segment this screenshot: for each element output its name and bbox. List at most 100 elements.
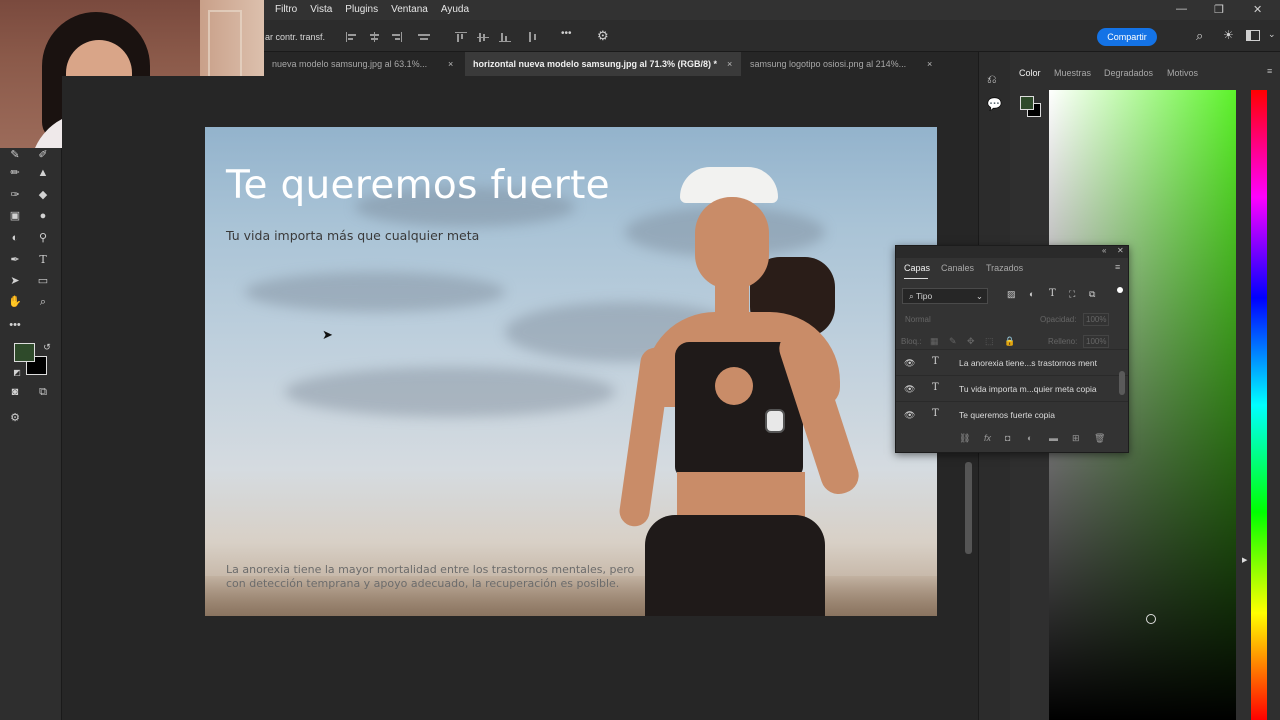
distribute-icon[interactable] (418, 32, 430, 42)
add-mask-icon[interactable]: ◘ (1005, 433, 1010, 443)
search-icon[interactable]: ⌕ (1196, 28, 1203, 44)
tab-nueva-modelo[interactable]: nueva modelo samsung.jpg al 63.1%... × (264, 52, 460, 76)
tab-color[interactable]: Color (1019, 68, 1041, 78)
eyedropper-icon[interactable]: ✎ (8, 148, 22, 162)
filter-adjustment-icon[interactable]: ◐ (1029, 289, 1034, 299)
zoom-icon[interactable]: ⌕ (36, 295, 50, 309)
panel-menu-icon[interactable]: ≡ (1267, 66, 1272, 76)
distribute-v-icon[interactable] (527, 32, 539, 42)
hand-icon[interactable]: ✋ (8, 295, 22, 309)
pen-icon[interactable]: ✒ (8, 253, 22, 267)
history-brush-icon[interactable]: ✑ (8, 188, 22, 202)
close-tab-icon[interactable]: × (927, 52, 932, 76)
color-picker-handle[interactable] (1146, 614, 1156, 624)
foreground-color-swatch[interactable] (1020, 96, 1034, 110)
swap-colors-icon[interactable]: ↺ (40, 340, 54, 354)
filter-toggle[interactable] (1117, 287, 1123, 293)
workspace-icon[interactable] (1246, 30, 1260, 41)
filter-shape-icon[interactable]: ⛶ (1069, 289, 1075, 300)
align-center-h-icon[interactable] (368, 32, 380, 42)
close-tab-icon[interactable]: × (727, 52, 732, 76)
menu-filtro[interactable]: Filtro (275, 4, 297, 15)
hue-slider-handle[interactable]: ▶ (1242, 556, 1247, 564)
chevron-down-icon[interactable]: ⌄ (1268, 29, 1276, 40)
document-canvas[interactable]: Te queremos fuerte Tu vida importa más q… (205, 127, 937, 616)
panel-header[interactable]: « ✕ (896, 246, 1128, 258)
menu-plugins[interactable]: Plugins (345, 4, 378, 15)
screen-mode-icon[interactable]: ⧉ (36, 385, 50, 399)
tab-motivos[interactable]: Motivos (1167, 68, 1198, 78)
more-tools-icon[interactable]: ••• (8, 318, 22, 332)
comment-icon[interactable]: 💬 (987, 97, 1002, 111)
type-tool-icon[interactable]: T (36, 253, 50, 267)
more-options-icon[interactable]: ••• (561, 28, 572, 39)
quick-mask-icon[interactable]: ◙ (8, 385, 22, 399)
healing-brush-icon[interactable]: ✐ (36, 148, 50, 162)
lock-all-icon[interactable]: 🔒 (1004, 336, 1015, 347)
tab-horizontal-nueva-modelo[interactable]: horizontal nueva modelo samsung.jpg al 7… (465, 52, 741, 76)
share-button[interactable]: Compartir (1097, 28, 1157, 46)
trash-icon[interactable]: 🗑 (1094, 433, 1105, 444)
fill-field[interactable]: 100% (1083, 335, 1110, 348)
path-select-icon[interactable]: ➤ (8, 274, 22, 288)
opacity-field[interactable]: 100% (1083, 313, 1110, 326)
menu-vista[interactable]: Vista (310, 4, 332, 15)
gear-icon[interactable]: ⚙ (597, 28, 609, 44)
tab-trazados[interactable]: Trazados (986, 263, 1023, 273)
tab-samsung-logotipo[interactable]: samsung logotipo osiosi.png al 214%... × (742, 52, 942, 76)
lock-transparent-icon[interactable]: ▦ (930, 336, 939, 347)
eye-icon[interactable]: 👁 (904, 410, 915, 421)
align-right-icon[interactable] (390, 32, 402, 42)
layer-name[interactable]: Te queremos fuerte copia (959, 410, 1055, 420)
layer-name[interactable]: La anorexia tiene...s trastornos ment (959, 358, 1097, 368)
layer-name[interactable]: Tu vida importa m...quier meta copia (959, 384, 1097, 394)
layers-scrollbar[interactable] (1119, 371, 1125, 395)
lightbulb-icon[interactable]: ☀ (1223, 28, 1234, 42)
align-bottom-icon[interactable] (499, 32, 511, 42)
eye-icon[interactable]: 👁 (904, 358, 915, 369)
fx-icon[interactable]: fx (984, 433, 991, 443)
foreground-color-swatch[interactable] (14, 343, 35, 362)
filter-type-icon[interactable]: T (1049, 288, 1056, 299)
tab-capas[interactable]: Capas (904, 263, 930, 273)
brush-icon[interactable]: ✏ (8, 166, 22, 180)
collapse-icon[interactable]: « (1102, 246, 1106, 255)
gradient-icon[interactable]: ▣ (8, 209, 22, 223)
transform-controls-label[interactable]: ar contr. transf. (265, 32, 325, 42)
folder-icon[interactable]: ▬ (1049, 433, 1058, 443)
default-colors-icon[interactable]: ◩ (10, 366, 24, 380)
filter-pixel-icon[interactable]: ▨ (1007, 289, 1016, 300)
layer-row[interactable]: 👁 T La anorexia tiene...s trastornos men… (896, 349, 1128, 375)
minimize-icon[interactable]: — (1176, 3, 1187, 15)
adjustment-layer-icon[interactable]: ◐ (1027, 433, 1032, 443)
layer-row[interactable]: 👁 T Tu vida importa m...quier meta copia (896, 375, 1128, 401)
link-layers-icon[interactable]: ⛓ (959, 433, 970, 444)
menu-ventana[interactable]: Ventana (391, 4, 428, 15)
hue-slider[interactable] (1251, 90, 1267, 720)
tab-muestras[interactable]: Muestras (1054, 68, 1091, 78)
align-top-icon[interactable] (455, 32, 467, 42)
stamp-icon[interactable]: ▲ (36, 166, 50, 180)
eraser-icon[interactable]: ◆ (36, 188, 50, 202)
eye-icon[interactable]: 👁 (904, 384, 915, 395)
blend-mode-select[interactable]: Normal (905, 315, 931, 324)
tab-degradados[interactable]: Degradados (1104, 68, 1153, 78)
panel-menu-icon[interactable]: ≡ (1115, 262, 1120, 272)
history-icon[interactable]: ⎌ (987, 72, 997, 87)
dodge-icon[interactable]: ◐ (8, 231, 22, 245)
restore-icon[interactable]: ❐ (1214, 3, 1224, 16)
menu-ayuda[interactable]: Ayuda (441, 4, 469, 15)
blur-icon[interactable]: ● (36, 209, 50, 223)
close-icon[interactable]: ✕ (1117, 246, 1124, 255)
edit-toolbar-icon[interactable]: ⚙ (8, 411, 22, 425)
lock-paint-icon[interactable]: ✎ (949, 336, 957, 347)
rectangle-icon[interactable]: ▭ (36, 274, 50, 288)
align-left-icon[interactable] (346, 32, 358, 42)
layer-filter-select[interactable]: ⌕ Tipo ⌄ (902, 288, 988, 304)
zoom-tool-icon[interactable]: ⚲ (36, 231, 50, 245)
close-window-icon[interactable]: ✕ (1253, 3, 1262, 16)
filter-smart-icon[interactable]: ⧉ (1089, 289, 1095, 300)
body-text[interactable]: La anorexia tiene la mayor mortalidad en… (226, 563, 656, 591)
new-layer-icon[interactable]: ⊞ (1072, 433, 1080, 444)
lock-position-icon[interactable]: ✥ (967, 336, 975, 347)
